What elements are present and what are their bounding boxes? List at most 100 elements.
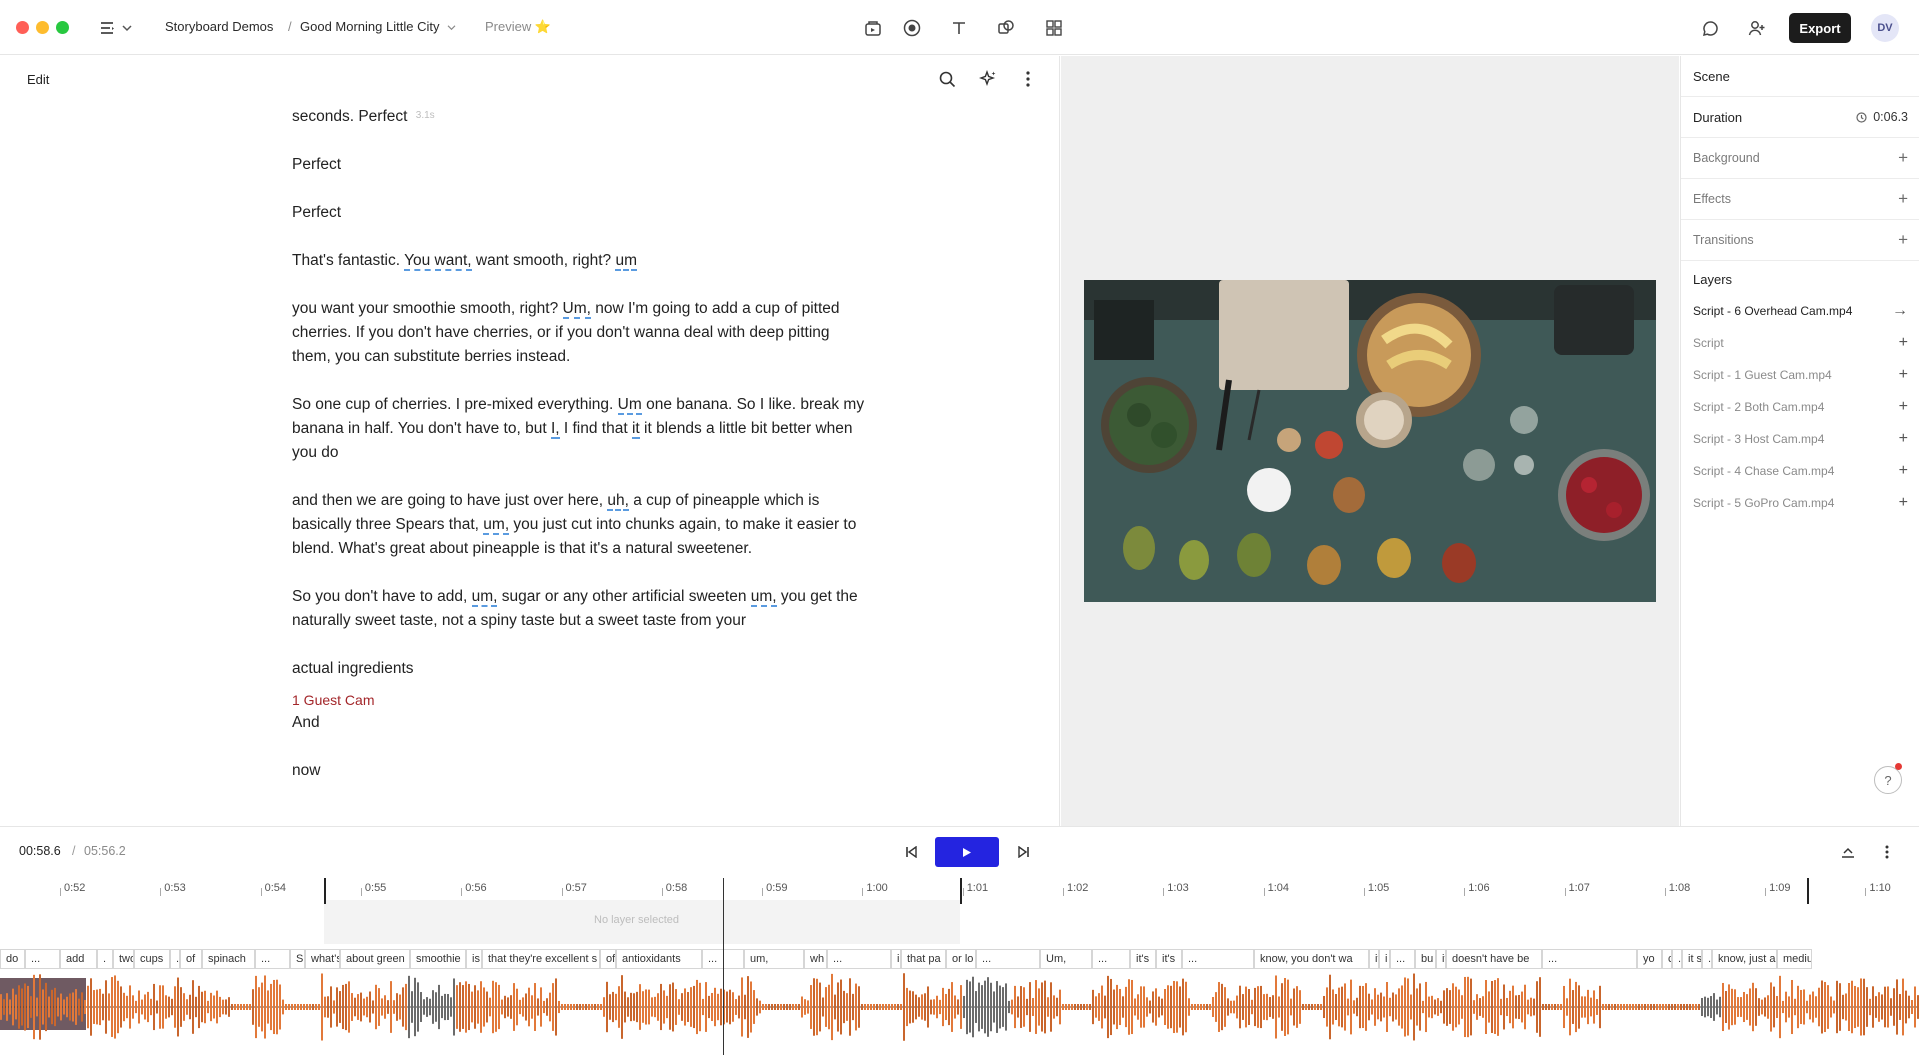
transcript-word-chip[interactable]: i <box>1379 949 1390 969</box>
transcript-word-chip[interactable]: antioxidants <box>616 949 702 969</box>
add-layer-icon[interactable]: + <box>1899 430 1908 448</box>
shapes-tool-button[interactable] <box>995 17 1017 39</box>
breadcrumb-composition[interactable]: Good Morning Little City <box>300 19 456 34</box>
audio-waveform[interactable] <box>0 971 1919 1043</box>
script-paragraph[interactable]: And <box>292 711 872 735</box>
transcript-word-chip[interactable]: smoothie <box>410 949 466 969</box>
layer-item[interactable]: Script - 6 Overhead Cam.mp4 → <box>1681 296 1919 328</box>
transcript-word-chip[interactable]: . <box>97 949 113 969</box>
transcript-word-chip[interactable]: it <box>1369 949 1379 969</box>
transcript-word-chip[interactable]: ... <box>1542 949 1637 969</box>
script-paragraph[interactable]: Perfect <box>292 153 872 177</box>
preview-button[interactable]: Preview ⭐ <box>485 19 551 35</box>
duration-value-field[interactable]: 0:06.3 <box>1856 110 1908 124</box>
transcript-word-chip[interactable]: ... <box>1390 949 1415 969</box>
filler-word[interactable]: um, <box>471 588 498 607</box>
filler-word[interactable]: uh, <box>607 492 629 511</box>
transcript-word-chip[interactable]: know, just a <box>1712 949 1777 969</box>
invite-button[interactable] <box>1746 17 1768 39</box>
transcript-word-chip[interactable]: . <box>1672 949 1682 969</box>
add-layer-icon[interactable]: + <box>1899 398 1908 416</box>
transcript-word-chip[interactable]: is <box>466 949 482 969</box>
filler-word[interactable]: um <box>615 252 638 271</box>
timeline-more-button[interactable] <box>1876 841 1898 863</box>
transcript-word-chip[interactable]: wh <box>804 949 827 969</box>
main-menu-button[interactable] <box>100 16 140 40</box>
scene-end-marker[interactable] <box>1807 878 1809 904</box>
speaker-label[interactable]: 1 Guest Cam <box>292 691 872 709</box>
layer-item[interactable]: Script - 4 Chase Cam.mp4 + <box>1681 456 1919 488</box>
playhead[interactable] <box>723 878 724 1055</box>
transcript-word-chip[interactable]: spinach <box>202 949 255 969</box>
script-paragraph[interactable]: now <box>292 759 872 783</box>
zoom-window-button[interactable] <box>56 21 69 34</box>
minimize-window-button[interactable] <box>36 21 49 34</box>
layer-item[interactable]: Script - 1 Guest Cam.mp4 + <box>1681 360 1919 392</box>
transcript-word-chip[interactable]: S <box>290 949 305 969</box>
breadcrumb-project[interactable]: Storyboard Demos <box>165 19 273 34</box>
transcript-word-chip[interactable]: do <box>0 949 25 969</box>
transcript-word-chip[interactable]: two <box>113 949 134 969</box>
comments-button[interactable] <box>1699 17 1721 39</box>
transcript-word-chip[interactable]: Um, <box>1040 949 1092 969</box>
transcript-word-chip[interactable]: ... <box>25 949 60 969</box>
script-paragraph[interactable]: So you don't have to add, um, sugar or a… <box>292 585 872 633</box>
record-button[interactable] <box>901 17 923 39</box>
timeline[interactable]: No layer selected 0:52 0:53 0:54 0:55 0:56 0:… <box>0 874 1919 1055</box>
transcript-word-chip[interactable]: ... <box>827 949 891 969</box>
layer-item[interactable]: Script - 2 Both Cam.mp4 + <box>1681 392 1919 424</box>
script-paragraph[interactable]: That's fantastic. You want, want smooth,… <box>292 249 872 273</box>
transcript-word-chip[interactable]: ... <box>255 949 290 969</box>
filler-word[interactable]: it <box>631 420 640 439</box>
help-button[interactable]: ? <box>1874 766 1902 794</box>
transcript-word-chip[interactable]: bu <box>1415 949 1436 969</box>
play-button[interactable] <box>935 837 999 867</box>
filler-word[interactable]: um, <box>483 516 510 535</box>
transcript-word-chip[interactable]: . <box>170 949 180 969</box>
effects-row[interactable]: Effects + <box>1681 179 1919 220</box>
transcript-word-chip[interactable]: ... <box>1182 949 1254 969</box>
script-paragraph[interactable]: and then we are going to have just over … <box>292 489 872 561</box>
transcript-word-chip[interactable]: of <box>180 949 202 969</box>
editor-more-button[interactable] <box>1017 68 1039 90</box>
transcript-word-chip[interactable]: that they're excellent s <box>482 949 600 969</box>
add-layer-icon[interactable]: + <box>1899 366 1908 384</box>
transcript-word-chip[interactable]: of <box>600 949 616 969</box>
transcript-word-chip[interactable]: um, <box>744 949 804 969</box>
export-button[interactable]: Export <box>1789 13 1851 43</box>
add-background-icon[interactable]: + <box>1898 149 1908 167</box>
transcript-word-chip[interactable]: ... <box>976 949 1040 969</box>
script-paragraph[interactable]: Perfect <box>292 201 872 225</box>
transcript-word-chip[interactable]: it <box>1436 949 1446 969</box>
edit-mode-label[interactable]: Edit <box>27 72 49 87</box>
add-transition-icon[interactable]: + <box>1898 231 1908 249</box>
script-paragraph[interactable]: seconds. Perfect 3.1s <box>292 104 872 129</box>
transcript-word-chip[interactable]: doesn't have be <box>1446 949 1542 969</box>
transcript-word-chip[interactable]: it s <box>1682 949 1702 969</box>
word-track[interactable]: do...add.twocups.ofspinach...Swhat'sabou… <box>0 949 1919 969</box>
filler-word[interactable]: You want, <box>404 252 472 271</box>
transcript-word-chip[interactable]: cups <box>134 949 170 969</box>
layer-item[interactable]: Script - 3 Host Cam.mp4 + <box>1681 424 1919 456</box>
skip-forward-button[interactable] <box>1013 841 1035 863</box>
text-tool-button[interactable] <box>948 17 970 39</box>
script-text[interactable]: seconds. Perfect 3.1s Perfect Perfect That'… <box>292 104 872 807</box>
transcript-word-chip[interactable]: or lo <box>946 949 976 969</box>
script-paragraph[interactable]: you want your smoothie smooth, right? Um… <box>292 297 872 369</box>
filler-word[interactable]: Um, <box>562 300 591 319</box>
skip-back-button[interactable] <box>900 841 922 863</box>
transcript-word-chip[interactable]: about green <box>340 949 410 969</box>
layouts-tool-button[interactable] <box>1043 17 1065 39</box>
add-layer-icon[interactable]: + <box>1899 334 1908 352</box>
transcript-word-chip[interactable]: c <box>1662 949 1672 969</box>
transcript-word-chip[interactable]: yo <box>1637 949 1662 969</box>
layer-item[interactable]: Script + <box>1681 328 1919 360</box>
filler-word[interactable]: I, <box>550 420 560 439</box>
transcript-word-chip[interactable]: ... <box>1092 949 1130 969</box>
close-window-button[interactable] <box>16 21 29 34</box>
script-paragraph[interactable]: So one cup of cherries. I pre-mixed ever… <box>292 393 872 465</box>
search-button[interactable] <box>936 68 958 90</box>
add-layer-icon[interactable]: + <box>1899 494 1908 512</box>
duration-row[interactable]: Duration 0:06.3 <box>1681 97 1919 138</box>
publish-button[interactable] <box>862 17 884 39</box>
